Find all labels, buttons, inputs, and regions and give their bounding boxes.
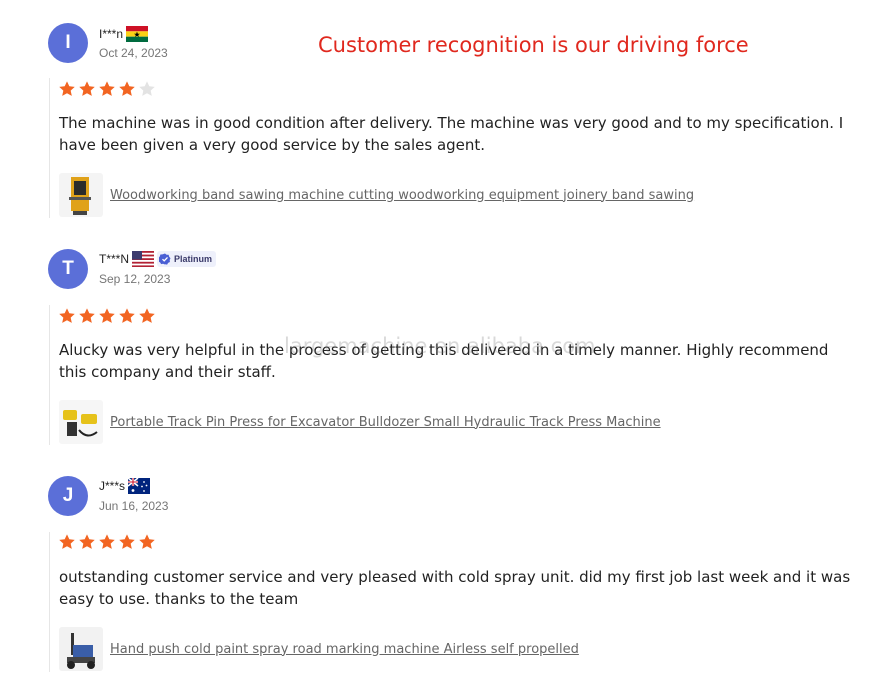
australia-flag-icon: [128, 478, 151, 494]
product-thumbnail[interactable]: [59, 173, 103, 217]
review-date: Jun 16, 2023: [99, 499, 169, 513]
review-date: Oct 24, 2023: [99, 46, 168, 60]
platinum-badge: Platinum: [157, 251, 217, 267]
divider: [49, 532, 50, 672]
star-filled-icon: [99, 81, 115, 96]
reviewer-name-row: I***n: [99, 26, 149, 42]
product-link-text[interactable]: Portable Track Pin Press for Excavator B…: [110, 415, 661, 430]
avatar: T: [48, 249, 88, 289]
badge-label: Platinum: [174, 254, 213, 264]
star-filled-icon: [79, 81, 95, 96]
avatar: I: [48, 23, 88, 63]
product-link[interactable]: Portable Track Pin Press for Excavator B…: [59, 400, 661, 444]
divider: [49, 305, 50, 445]
reviewer-name: T***N: [99, 252, 130, 266]
star-filled-icon: [139, 308, 155, 323]
reviewer-name: J***s: [99, 479, 126, 493]
reviewer-name: I***n: [99, 27, 124, 41]
review-date: Sep 12, 2023: [99, 272, 171, 286]
banner-heading: Customer recognition is our driving forc…: [318, 33, 749, 57]
star-filled-icon: [139, 534, 155, 549]
star-filled-icon: [59, 81, 75, 96]
product-link[interactable]: Woodworking band sawing machine cutting …: [59, 173, 694, 217]
star-filled-icon: [59, 534, 75, 549]
usa-flag-icon: [132, 251, 155, 267]
review-text: Alucky was very helpful in the process o…: [59, 341, 829, 381]
star-empty-icon: [139, 81, 155, 96]
review-text: outstanding customer service and very pl…: [59, 568, 851, 608]
reviewer-name-row: J***s: [99, 478, 151, 494]
review-text: The machine was in good condition after …: [59, 114, 844, 154]
product-link-text[interactable]: Woodworking band sawing machine cutting …: [110, 188, 694, 203]
product-link[interactable]: Hand push cold paint spray road marking …: [59, 627, 579, 671]
star-filled-icon: [99, 534, 115, 549]
star-filled-icon: [119, 534, 135, 549]
star-filled-icon: [79, 308, 95, 323]
ghana-flag-icon: [126, 26, 149, 42]
star-rating: [58, 307, 156, 325]
star-filled-icon: [79, 534, 95, 549]
product-link-text[interactable]: Hand push cold paint spray road marking …: [110, 642, 579, 657]
divider: [49, 78, 50, 218]
star-filled-icon: [59, 308, 75, 323]
reviewer-name-row: T***N Platinum: [99, 251, 217, 267]
product-thumbnail[interactable]: [59, 400, 103, 444]
product-thumbnail[interactable]: [59, 627, 103, 671]
star-filled-icon: [119, 81, 135, 96]
star-rating: [58, 80, 156, 98]
star-rating: [58, 533, 156, 551]
verified-check-icon: [159, 253, 171, 265]
star-filled-icon: [119, 308, 135, 323]
star-filled-icon: [99, 308, 115, 323]
avatar: J: [48, 476, 88, 516]
